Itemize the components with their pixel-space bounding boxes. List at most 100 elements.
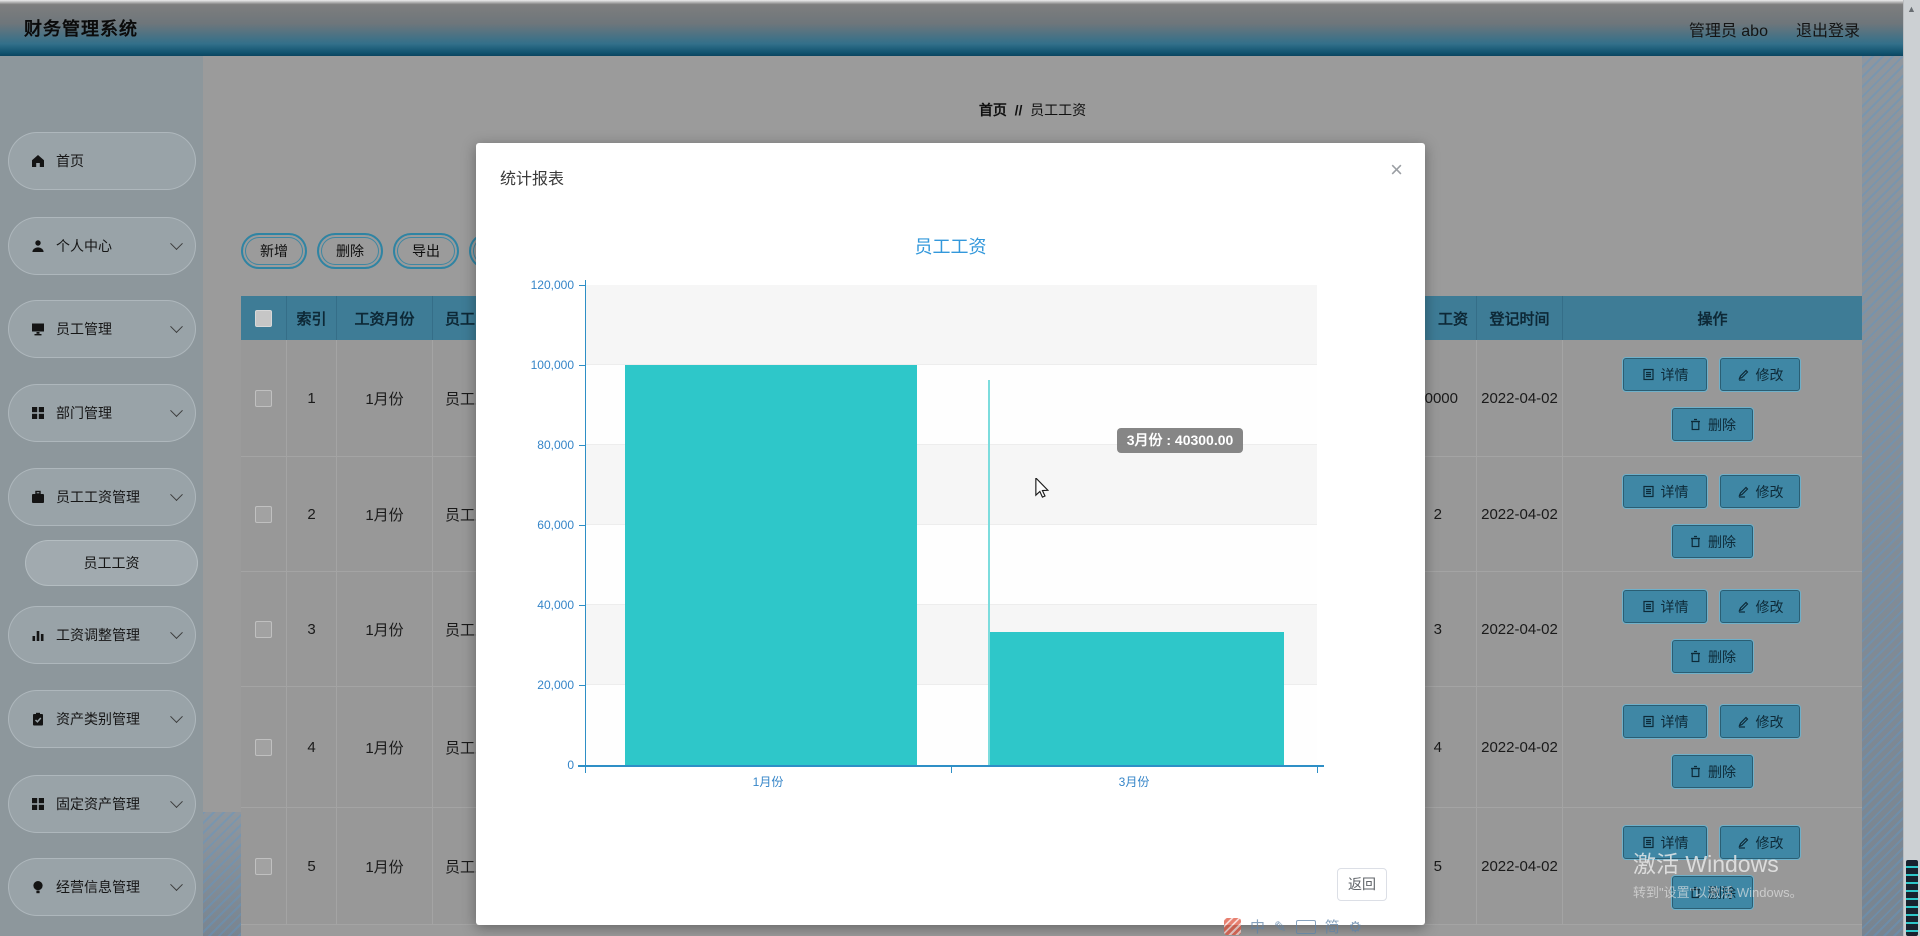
clipboard-icon <box>33 712 43 726</box>
user-icon <box>32 240 44 252</box>
export-button[interactable]: 导出 <box>393 233 459 269</box>
bar-january[interactable] <box>625 365 917 765</box>
sidebar-item-department-mgmt[interactable]: 部门管理 <box>8 384 196 442</box>
pencil-icon <box>1737 716 1748 728</box>
delete-button[interactable]: 删除 <box>317 233 383 269</box>
col-header-index: 索引 <box>287 296 337 340</box>
add-button[interactable]: 新增 <box>241 233 307 269</box>
scrollbar-up-arrow[interactable]: ▲ <box>1907 4 1916 14</box>
sidebar-item-business-info-mgmt[interactable]: 经营信息管理 <box>8 858 196 916</box>
sidebar-item-asset-category-mgmt[interactable]: 资产类别管理 <box>8 690 196 748</box>
header-checkbox-cell <box>241 296 287 340</box>
current-user-label: 管理员 abo <box>1688 23 1768 40</box>
cell-salary-partial: 4 <box>1433 738 1442 756</box>
breadcrumb-current: 员工工资 <box>1030 102 1087 118</box>
row-checkbox[interactable] <box>255 620 272 638</box>
sidebar-item-salary-adjust-mgmt[interactable]: 工资调整管理 <box>8 606 196 664</box>
sidebar-item-fixed-asset-mgmt[interactable]: 固定资产管理 <box>8 775 196 833</box>
row-checkbox[interactable] <box>255 389 272 407</box>
y-axis-tick-label: 80,000 <box>537 438 574 452</box>
chevron-down-icon <box>170 236 183 250</box>
detail-button[interactable]: 详情 <box>1623 358 1707 391</box>
delete-row-button[interactable]: 删除 <box>1672 408 1753 441</box>
delete-row-button[interactable]: 删除 <box>1672 525 1753 558</box>
y-axis-tick-label: 60,000 <box>537 518 574 532</box>
chart-band <box>585 285 1317 365</box>
edit-button[interactable]: 修改 <box>1720 475 1800 508</box>
ime-logo-icon[interactable] <box>1224 918 1241 935</box>
trash-icon <box>1691 650 1700 663</box>
sidebar-item-label: 员工工资 <box>83 555 140 571</box>
bulb-icon <box>33 881 43 894</box>
delete-row-button[interactable]: 删除 <box>1672 755 1753 788</box>
sidebar-item-home[interactable]: 首页 <box>8 132 196 190</box>
cell-actions: 详情 修改 删除 <box>1563 340 1862 457</box>
bar-chart-icon <box>32 631 44 641</box>
sidebar-item-label: 员工管理 <box>56 321 112 337</box>
app-screen: 财务管理系统 管理员 abo 退出登录 首页 个人中心 员工管理 部门管理 员工… <box>0 0 1920 936</box>
grid-icon <box>32 407 44 419</box>
sidebar: 首页 个人中心 员工管理 部门管理 员工工资管理 员工工资 工资调整管理 资产类… <box>0 56 203 936</box>
scrollbar-thumb[interactable] <box>1906 860 1918 936</box>
x-axis-tick-label: 3月份 <box>1118 775 1150 789</box>
detail-button[interactable]: 详情 <box>1623 705 1707 738</box>
ime-pen-icon[interactable]: ✎ <box>1274 918 1287 936</box>
ime-keyboard-icon[interactable] <box>1295 919 1316 934</box>
trash-icon <box>1691 765 1700 778</box>
cell-index: 1 <box>287 340 337 457</box>
y-axis-tick-label: 20,000 <box>537 678 574 692</box>
chart-tooltip: 3月份 : 40300.00 <box>1117 428 1243 453</box>
col-header-date: 登记时间 <box>1477 296 1563 340</box>
cell-index: 5 <box>287 808 337 925</box>
breadcrumb-home[interactable]: 首页 <box>979 102 1007 118</box>
sidebar-item-salary-mgmt[interactable]: 员工工资管理 <box>8 468 196 526</box>
sidebar-item-label: 首页 <box>56 153 84 169</box>
document-icon <box>1642 368 1654 381</box>
cell-salary-partial: 0000 <box>1424 389 1458 407</box>
col-header-salary-partial: 工资 <box>1437 310 1468 328</box>
document-icon <box>1642 715 1654 728</box>
mouse-cursor <box>1034 476 1052 503</box>
sidebar-item-label: 固定资产管理 <box>56 796 140 812</box>
edit-button[interactable]: 修改 <box>1720 590 1800 623</box>
monitor-icon <box>32 323 44 336</box>
chevron-down-icon <box>170 487 183 501</box>
select-all-checkbox[interactable] <box>255 309 272 327</box>
home-icon <box>32 155 44 167</box>
ime-settings-gear-icon[interactable]: ⚙ <box>1349 918 1362 936</box>
row-checkbox[interactable] <box>255 505 272 523</box>
cell-month: 1月份 <box>337 340 433 457</box>
cell-salary-partial: 3 <box>1433 620 1442 638</box>
document-icon <box>1642 600 1654 613</box>
delete-row-button[interactable]: 删除 <box>1672 640 1753 673</box>
edit-button[interactable]: 修改 <box>1720 705 1800 738</box>
ime-chinese-mode-icon[interactable]: 中 <box>1250 916 1265 936</box>
app-title: 财务管理系统 <box>24 19 138 39</box>
y-axis-tick-label: 120,000 <box>530 278 574 292</box>
row-checkbox[interactable] <box>255 857 272 875</box>
detail-button[interactable]: 详情 <box>1623 475 1707 508</box>
sidebar-item-employee-mgmt[interactable]: 员工管理 <box>8 300 196 358</box>
cell-salary-partial: 2 <box>1433 505 1442 523</box>
ime-toolbar: 中 ✎ 简 ⚙ <box>1224 916 1362 936</box>
close-icon[interactable]: × <box>1390 157 1403 183</box>
sidebar-item-personal-center[interactable]: 个人中心 <box>8 217 196 275</box>
sidebar-subitem-employee-salary[interactable]: 员工工资 <box>25 540 198 586</box>
back-button[interactable]: 返回 <box>1337 868 1387 901</box>
row-checkbox[interactable] <box>255 738 272 756</box>
bar-march[interactable] <box>990 632 1284 765</box>
col-header-employee-partial: 员工 <box>445 310 476 328</box>
logout-link[interactable]: 退出登录 <box>1796 17 1860 41</box>
y-axis-tick-label: 100,000 <box>530 358 574 372</box>
col-header-action: 操作 <box>1563 296 1862 340</box>
cell-index: 3 <box>287 572 337 687</box>
pencil-icon <box>1737 369 1748 381</box>
cell-date: 2022-04-02 <box>1477 457 1563 572</box>
sidebar-item-label: 个人中心 <box>56 238 112 254</box>
ime-simplified-icon[interactable]: 简 <box>1325 916 1340 936</box>
pencil-icon <box>1737 601 1748 613</box>
edit-button[interactable]: 修改 <box>1720 358 1800 391</box>
page-scrollbar[interactable]: ▲ <box>1903 0 1920 936</box>
detail-button[interactable]: 详情 <box>1623 590 1707 623</box>
windows-activation-watermark-sub: 转到"设置"以激活 Windows。 <box>1633 885 1803 900</box>
